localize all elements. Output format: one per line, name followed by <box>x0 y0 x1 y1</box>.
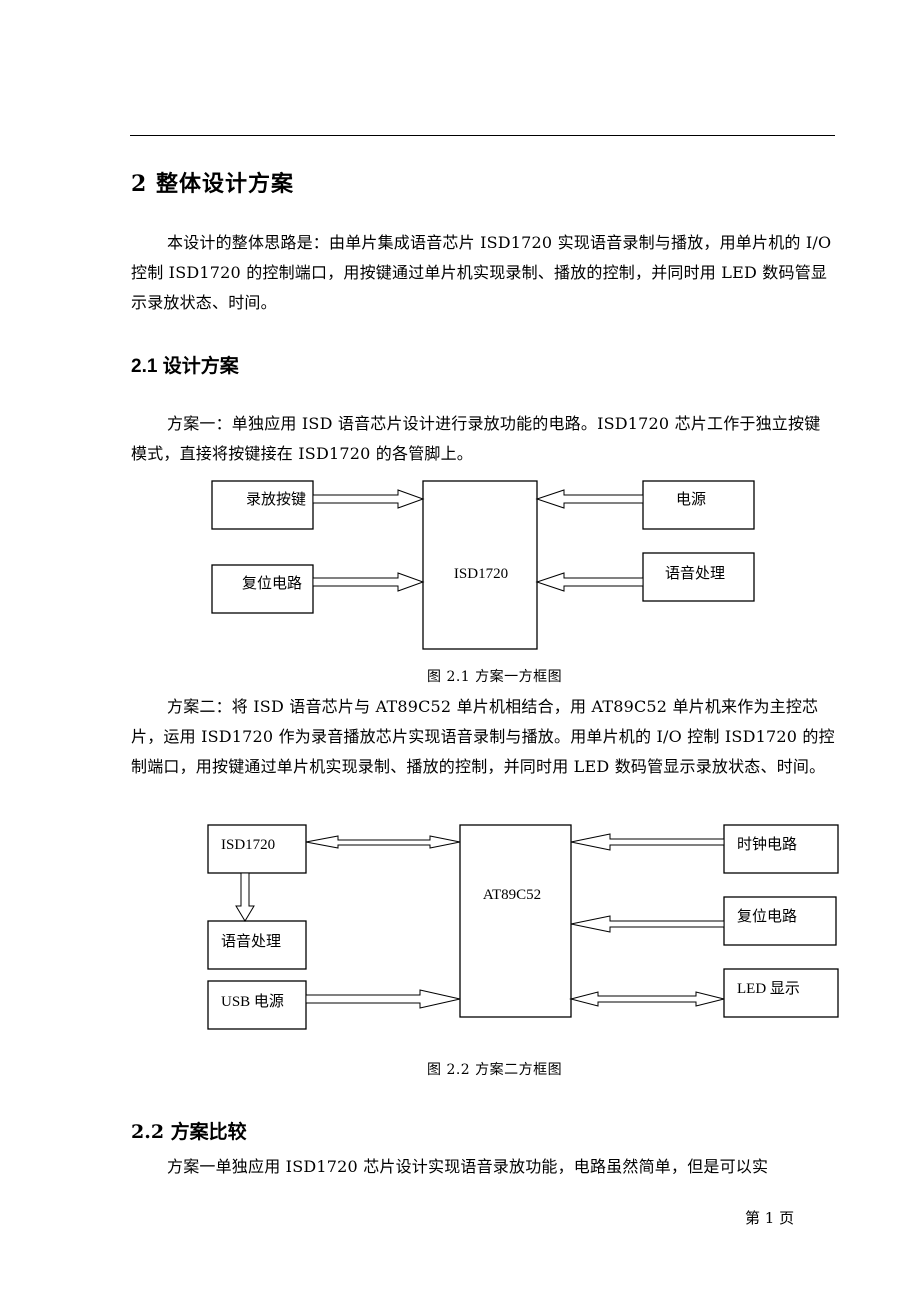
intro-paragraph: 本设计的整体思路是：由单片集成语音芯片 ISD1720 实现语音录制与播放，用单… <box>131 233 832 312</box>
fig2-arrow-usb-mcu <box>305 989 461 1009</box>
fig2-arrow-isd-mcu <box>305 835 461 849</box>
fig2-block-led-label: LED 显示 <box>737 981 800 997</box>
fig2-block-clock <box>723 824 839 874</box>
subsection-heading-2-2: 2.2 方案比较 <box>131 1121 247 1143</box>
fig1-block-voice-label: 语音处理 <box>665 565 725 582</box>
fig2-block-voice <box>207 920 307 970</box>
fig2-block-reset <box>723 896 837 946</box>
fig2-arrow-mcu-led <box>569 991 725 1007</box>
figure-2-2-caption: 图 2.2 方案二方框图 <box>427 1062 563 1078</box>
subsection-heading-2-1: 2.1 设计方案 <box>131 356 239 377</box>
fig2-block-isd1720 <box>207 824 307 874</box>
page-number: 第 1 页 <box>745 1209 795 1227</box>
fig2-block-isd1720-label: ISD1720 <box>221 837 275 853</box>
fig1-block-power <box>642 480 755 530</box>
fig2-center-label: AT89C52 <box>483 887 541 903</box>
fig1-block-record-keys-label: 录放按键 <box>246 491 306 508</box>
fig2-block-voice-label: 语音处理 <box>221 933 281 950</box>
fig2-block-reset-label: 复位电路 <box>737 907 797 925</box>
fig2-block-usb-power <box>207 980 307 1030</box>
fig1-block-voice <box>642 552 755 602</box>
comparison-paragraph: 方案一单独应用 ISD1720 芯片设计实现语音录放功能，电路虽然简单，但是可以… <box>167 1157 769 1176</box>
section-heading: 2 整体设计方案 <box>131 171 294 197</box>
fig1-block-reset-label: 复位电路 <box>242 574 302 592</box>
fig2-arrow-reset-mcu <box>570 915 725 933</box>
figure-2-1-caption: 图 2.1 方案一方框图 <box>427 669 563 685</box>
fig2-block-led <box>723 968 839 1018</box>
fig1-arrow-reset <box>312 572 425 592</box>
fig1-center-label: ISD1720 <box>454 566 508 582</box>
scheme1-paragraph: 方案一：单独应用 ISD 语音芯片设计进行录放功能的电路。ISD1720 芯片工… <box>131 414 821 463</box>
header-rule <box>130 135 835 136</box>
fig1-block-power-label: 电源 <box>676 491 706 508</box>
fig2-center-block <box>459 824 572 1018</box>
fig2-block-usb-power-label: USB 电源 <box>221 993 284 1010</box>
fig2-block-clock-label: 时钟电路 <box>737 836 797 853</box>
fig1-center-block <box>422 480 538 650</box>
fig1-arrow-power <box>535 489 644 509</box>
scheme2-paragraph: 方案二：将 ISD 语音芯片与 AT89C52 单片机相结合，用 AT89C52… <box>131 697 835 776</box>
fig1-arrow-record <box>312 489 425 509</box>
fig1-arrow-voice <box>535 572 644 592</box>
fig2-arrow-clock-mcu <box>570 833 725 851</box>
fig2-arrow-isd-voice <box>235 872 255 922</box>
fig1-block-record-keys <box>211 480 314 530</box>
fig1-block-reset <box>211 564 314 614</box>
